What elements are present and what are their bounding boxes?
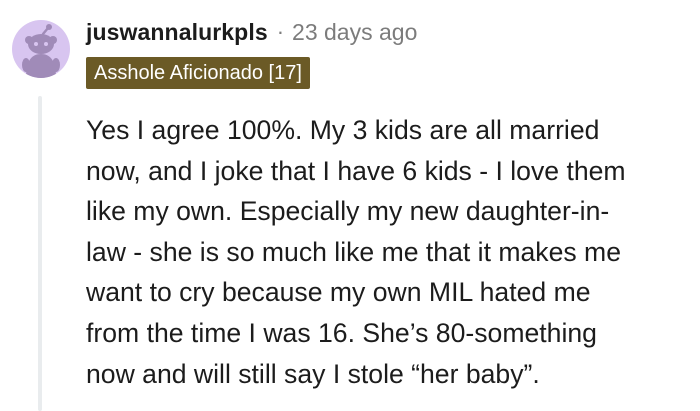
comment-body-line: now, and I joke that I have 6 kids - I l… bbox=[86, 155, 626, 186]
timestamp[interactable]: 23 days ago bbox=[292, 19, 417, 46]
comment-body: Yes I agree 100%. My 3 kids are all marr… bbox=[86, 110, 696, 394]
comment-body-line: Yes I agree 100%. My 3 kids are all marr… bbox=[86, 115, 600, 145]
comment-meta: juswannalurkpls · 23 days ago bbox=[86, 14, 417, 50]
comment-body-line: now and will still say I stole “her baby… bbox=[86, 358, 540, 389]
comment: juswannalurkpls · 23 days ago Asshole Af… bbox=[0, 0, 700, 411]
thread-collapse-line[interactable] bbox=[38, 96, 42, 411]
snoo-avatar-icon bbox=[22, 24, 60, 78]
meta-separator: · bbox=[276, 19, 285, 44]
user-avatar[interactable] bbox=[12, 20, 70, 78]
comment-body-line: like my own. Especially my new daughter-… bbox=[86, 196, 610, 227]
username-link[interactable]: juswannalurkpls bbox=[86, 19, 268, 46]
comment-body-line: want to cry because my own MIL hated me bbox=[86, 277, 591, 308]
comment-body-line: from the time I was 16. She’s 80-somethi… bbox=[86, 317, 597, 348]
comment-body-line: law - she is so much like me that it mak… bbox=[86, 236, 622, 267]
user-flair-badge: Asshole Aficionado [17] bbox=[86, 57, 310, 89]
